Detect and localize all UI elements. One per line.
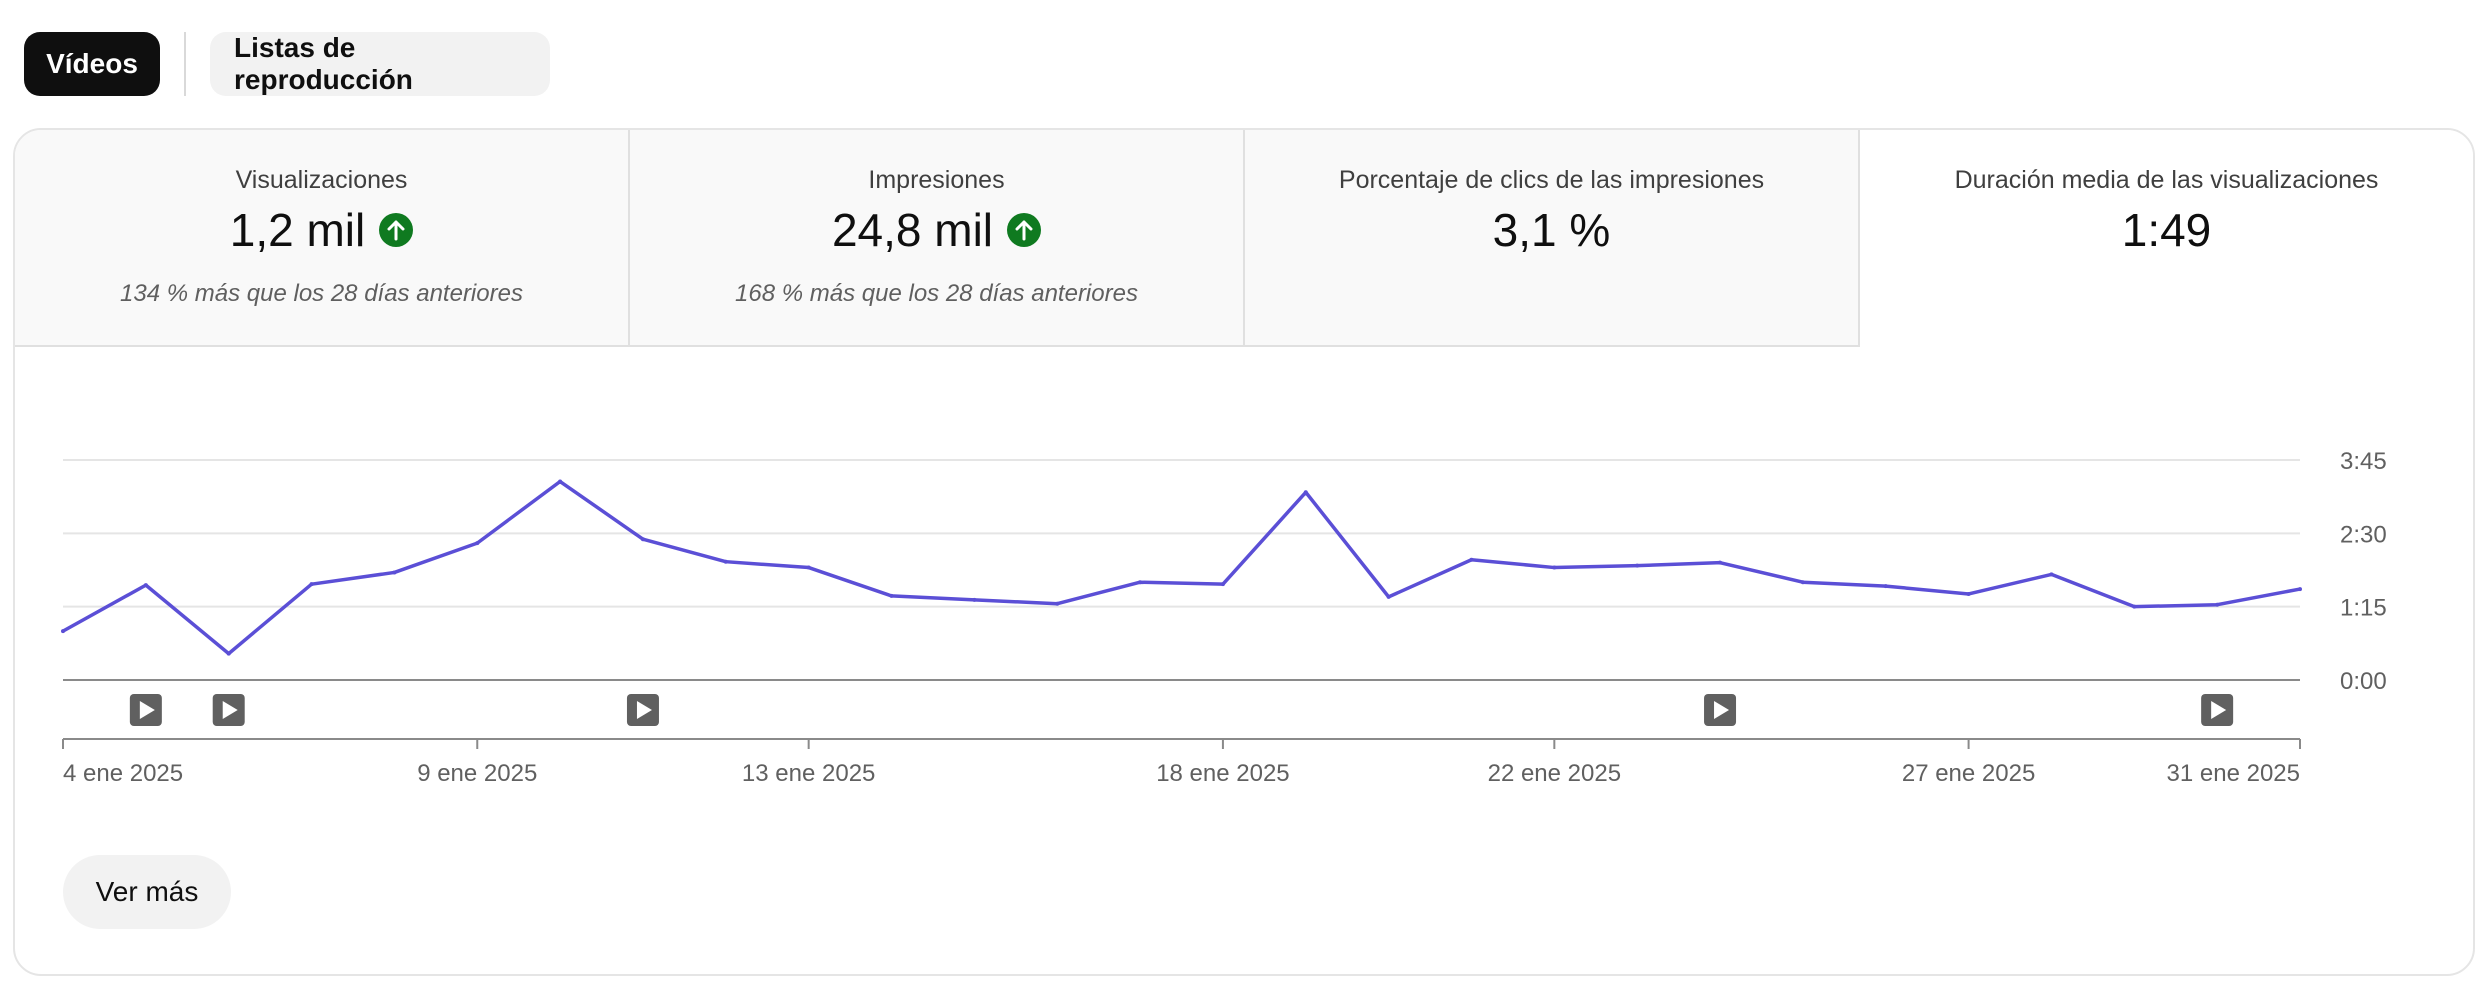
data-point — [309, 582, 314, 587]
x-tick-label: 31 ene 2025 — [2167, 760, 2300, 787]
metric-comparison: 134 % más que los 28 días anteriores — [120, 280, 523, 307]
metric-label: Impresiones — [868, 166, 1005, 194]
metric-comparison: 168 % más que los 28 días anteriores — [735, 280, 1138, 307]
metric-value-row: 1,2 mil — [15, 202, 628, 258]
data-point — [640, 537, 645, 542]
data-point — [2298, 587, 2302, 592]
x-tick-label: 13 ene 2025 — [742, 760, 875, 787]
metric-tab-views[interactable]: Visualizaciones 1,2 mil 134 % más que lo… — [15, 130, 630, 347]
see-more-button[interactable]: Ver más — [63, 855, 231, 929]
arrow-up-circle-icon — [379, 213, 414, 247]
data-point — [723, 559, 728, 564]
x-tick-label: 9 ene 2025 — [417, 760, 537, 787]
series-line — [62, 479, 2301, 656]
metric-value-row: 24,8 mil — [630, 202, 1243, 258]
data-point — [972, 597, 977, 602]
y-tick-label: 3:45 — [2340, 448, 2387, 475]
data-point — [1138, 580, 1143, 585]
y-tick-label: 0:00 — [2340, 668, 2387, 695]
y-tick-label: 2:30 — [2340, 521, 2387, 548]
data-point — [2132, 604, 2137, 609]
data-point — [2215, 602, 2220, 607]
tab-playlists[interactable]: Listas de reproducción — [210, 32, 550, 96]
metric-value: 3,1 % — [1492, 204, 1611, 256]
analytics-card: Visualizaciones 1,2 mil 134 % más que lo… — [13, 128, 2475, 976]
data-point — [1552, 565, 1557, 570]
data-point — [1469, 557, 1474, 562]
data-point — [1635, 563, 1640, 568]
line-chart: 0:00 1:15 2:30 3:45 4 ene 2025 9 ene 2025 13 e… — [61, 448, 2387, 787]
metric-value: 24,8 mil — [831, 204, 994, 256]
data-point — [1303, 490, 1308, 495]
data-point — [806, 565, 811, 570]
metrics-row: Visualizaciones 1,2 mil 134 % más que lo… — [15, 130, 2473, 347]
data-point — [1883, 584, 1888, 589]
data-point — [1800, 580, 1805, 585]
x-tick-label: 4 ene 2025 — [63, 760, 183, 787]
metric-value-row: 1:49 — [1860, 202, 2473, 258]
data-point — [226, 651, 231, 656]
data-point — [61, 629, 65, 634]
data-point — [558, 479, 563, 484]
arrow-up-circle-icon — [1007, 213, 1042, 247]
metric-tab-impressions[interactable]: Impresiones 24,8 mil 168 % más que los 2… — [630, 130, 1245, 347]
metric-value: 1,2 mil — [229, 204, 366, 256]
metric-value: 1:49 — [2121, 204, 2212, 256]
data-point — [1220, 582, 1225, 587]
metric-label: Visualizaciones — [235, 166, 408, 194]
data-point — [1055, 601, 1060, 606]
tab-divider — [184, 32, 186, 96]
data-point — [1718, 560, 1723, 565]
data-point — [143, 583, 148, 588]
data-point — [475, 541, 480, 546]
metric-tab-avg-view-duration[interactable]: Duración media de las visualizaciones 1:… — [1860, 130, 2473, 347]
x-tick-label: 22 ene 2025 — [1488, 760, 1621, 787]
metric-tab-ctr[interactable]: Porcentaje de clics de las impresiones 3… — [1245, 130, 1860, 347]
metric-label: Porcentaje de clics de las impresiones — [1338, 166, 1765, 194]
tab-videos[interactable]: Vídeos — [24, 32, 160, 96]
data-point — [392, 570, 397, 575]
data-point — [1386, 594, 1391, 599]
metric-label: Duración media de las visualizaciones — [1954, 166, 2379, 194]
data-point — [2049, 572, 2054, 577]
metric-value-row: 3,1 % — [1245, 202, 1858, 258]
y-tick-label: 1:15 — [2340, 595, 2387, 622]
x-tick-label: 18 ene 2025 — [1156, 760, 1289, 787]
data-point — [889, 593, 894, 598]
data-point — [1966, 591, 1971, 596]
x-tick-label: 27 ene 2025 — [1902, 760, 2035, 787]
